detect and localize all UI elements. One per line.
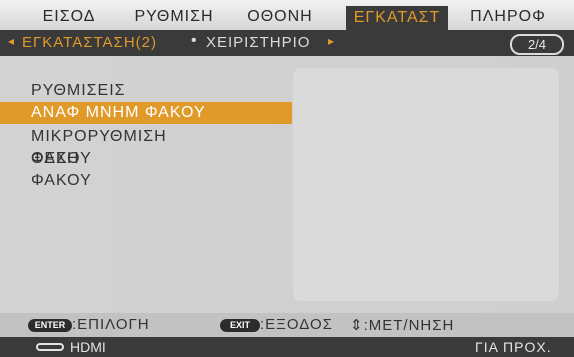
- hdmi-connector-icon: [36, 343, 64, 351]
- tab-setup[interactable]: ΕΓΚΑΤΑΣΤ: [346, 6, 448, 30]
- sub-page-next[interactable]: ΧΕΙΡΙΣΤΗΡΙΟ: [206, 34, 310, 51]
- exit-guide-text: :ΕΞΟΔΟΣ: [260, 316, 333, 333]
- input-source-label: HDMI: [70, 339, 106, 355]
- main-tab-bar: ΕΙΣΟΔ ΡΥΘΜΙΣΗ ΟΘΟΝΗ ΕΓΚΑΤΑΣΤ ΠΛΗΡΟΦ: [0, 0, 574, 30]
- preview-panel: [293, 68, 559, 301]
- tab-info[interactable]: ΠΛΗΡΟΦ: [462, 4, 554, 30]
- menu-content: ΡΥΘΜΙΣΕΙΣ ΚΛΕΙΣΤΡΟΥ ΑΝΑΦ ΜΝΗΜ ΦΑΚΟΥ ΜΙΚΡ…: [0, 56, 574, 313]
- move-guide-text: ⇕:ΜΕΤ/ΝΗΣΗ: [350, 317, 455, 334]
- page-indicator: 2/4: [510, 34, 564, 55]
- exit-key-icon: EXIT: [220, 319, 260, 332]
- sub-page-bar: ◂ ΕΓΚΑΤΑΣΤΑΣΗ(2) • ΧΕΙΡΙΣΤΗΡΙΟ ▸ 2/4: [0, 30, 574, 56]
- projector-osd-menu: ΕΙΣΟΔ ΡΥΘΜΙΣΗ ΟΘΟΝΗ ΕΓΚΑΤΑΣΤ ΠΛΗΡΟΦ ◂ ΕΓ…: [0, 0, 574, 357]
- menu-item-lens-memory-reference[interactable]: ΑΝΑΦ ΜΝΗΜ ΦΑΚΟΥ: [0, 102, 292, 124]
- left-arrow-icon[interactable]: ◂: [8, 34, 14, 48]
- right-arrow-icon[interactable]: ▸: [328, 34, 334, 48]
- sub-page-separator: •: [191, 32, 197, 49]
- tab-input[interactable]: ΕΙΣΟΔ: [28, 4, 110, 30]
- enter-key-icon: ENTER: [28, 319, 72, 332]
- enter-guide-text: :ΕΠΙΛΟΓΗ: [72, 316, 150, 333]
- tab-display[interactable]: ΟΘΟΝΗ: [236, 4, 324, 30]
- sub-page-current[interactable]: ΕΓΚΑΤΑΣΤΑΣΗ(2): [22, 34, 157, 51]
- menu-mode-label: ΓΙΑ ΠΡΟΧ.: [475, 339, 552, 355]
- status-bar: HDMI ΓΙΑ ΠΡΟΧ.: [0, 337, 574, 357]
- tab-adjust[interactable]: ΡΥΘΜΙΣΗ: [128, 4, 220, 30]
- menu-item-label: ΘΕΣΗ ΦΑΚΟΥ: [31, 150, 92, 189]
- menu-item-label: ΑΝΑΦ ΜΝΗΜ ΦΑΚΟΥ: [31, 104, 206, 121]
- key-guide-bar: ENTER :ΕΠΙΛΟΓΗ EXIT :ΕΞΟΔΟΣ ⇕:ΜΕΤ/ΝΗΣΗ: [0, 313, 574, 337]
